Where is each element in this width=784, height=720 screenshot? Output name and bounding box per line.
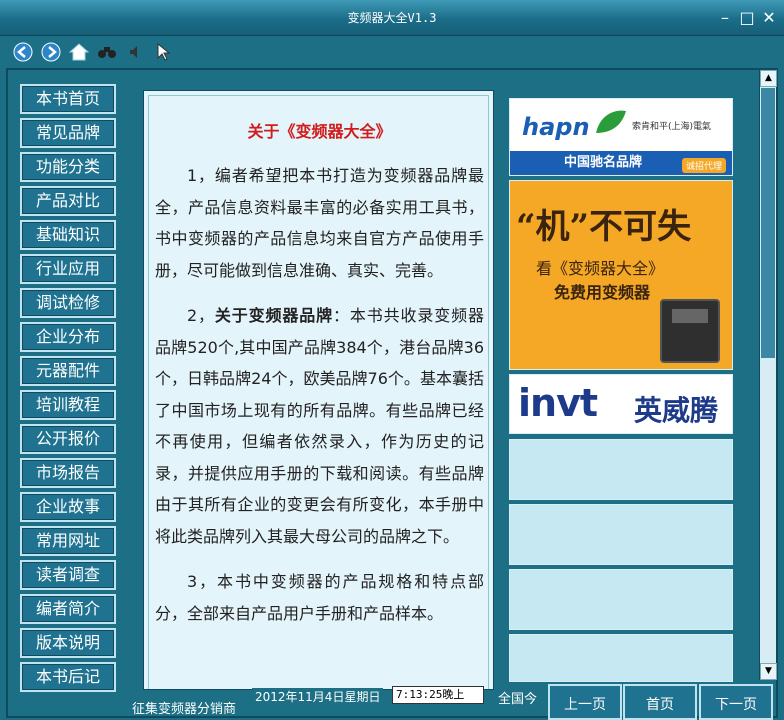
agent-tag: 诚招代理 (681, 158, 726, 173)
maximize-icon[interactable]: □ (738, 10, 756, 28)
ad-hapn[interactable]: hapn 索肯和平(上海)電氣 中国驰名品牌 诚招代理 (509, 98, 733, 176)
nav-industry[interactable]: 行业应用 (20, 254, 116, 284)
window-title: 变频器大全V1.3 (347, 11, 437, 25)
bottom-bar: 征集变频器分销商 2012年11月4日星期日 7:13:25晚上 全国今 上一页… (120, 682, 773, 720)
content-title: 关于《变频器大全》 (247, 122, 392, 141)
paragraph-1: 1，编者希望把本书打造为变频器品牌最全，产品信息资料最丰富的必备实用工具书，书中… (155, 166, 484, 280)
nav-home[interactable]: 本书首页 (20, 84, 116, 114)
ad-promo[interactable]: “机”不可失 看《变频器大全》 免费用变频器 (509, 180, 733, 370)
invt-cn: 英威腾 (634, 394, 719, 427)
nav-version[interactable]: 版本说明 (20, 628, 116, 658)
content-panel: 关于《变频器大全》 1，编者希望把本书打造为变频器品牌最全，产品信息资料最丰富的… (143, 90, 494, 690)
nav-functions[interactable]: 功能分类 (20, 152, 116, 182)
scroll-up-icon[interactable]: ▲ (760, 70, 777, 87)
nav-prices[interactable]: 公开报价 (20, 424, 116, 454)
nav-survey[interactable]: 读者调查 (20, 560, 116, 590)
home-page-button[interactable]: 首页 (623, 684, 697, 720)
left-nav: 本书首页 常见品牌 功能分类 产品对比 基础知识 行业应用 调试检修 企业分布 … (20, 84, 118, 696)
close-icon[interactable]: ✕ (760, 10, 778, 28)
ad-slot-empty (509, 439, 733, 500)
nav-websites[interactable]: 常用网址 (20, 526, 116, 556)
nav-enterprises[interactable]: 企业分布 (20, 322, 116, 352)
date-label: 2012年11月4日星期日 (252, 688, 384, 705)
next-page-button[interactable]: 下一页 (699, 684, 773, 720)
nav-debug[interactable]: 调试检修 (20, 288, 116, 318)
ad-column: hapn 索肯和平(上海)電氣 中国驰名品牌 诚招代理 “机”不可失 看《变频器… (503, 92, 737, 682)
toolbar (0, 36, 784, 68)
inverter-image (660, 299, 720, 363)
nav-stories[interactable]: 企业故事 (20, 492, 116, 522)
prev-page-button[interactable]: 上一页 (548, 684, 622, 720)
invt-logo: invt (518, 381, 598, 425)
paragraph-2: 2，关于变频器品牌：本书共收录变频器品牌520个,其中国产品牌384个，港台品牌… (155, 306, 484, 546)
brand-heading: 关于变频器品牌 (214, 306, 334, 325)
scroll-thumb[interactable] (761, 88, 775, 358)
paragraph-3: 3，本书中变频器的产品规格和特点部分，全部来自产品用户手册和产品样本。 (155, 572, 484, 623)
ad-invt[interactable]: invt 英威腾 (509, 374, 733, 434)
nav-components[interactable]: 元器配件 (20, 356, 116, 386)
home-icon[interactable] (68, 41, 90, 63)
ad-slot-empty (509, 504, 733, 565)
promo-line2: 免费用变频器 (554, 283, 651, 302)
nav-editor[interactable]: 编者简介 (20, 594, 116, 624)
back-icon[interactable] (12, 41, 34, 63)
minimize-icon[interactable]: – (716, 10, 734, 28)
hapn-logo: hapn (522, 113, 590, 141)
speaker-icon[interactable] (124, 41, 146, 63)
nav-training[interactable]: 培训教程 (20, 390, 116, 420)
nav-basics[interactable]: 基础知识 (20, 220, 116, 250)
title-bar: 变频器大全V1.3 – □ ✕ (0, 0, 784, 36)
nav-market[interactable]: 市场报告 (20, 458, 116, 488)
binoculars-icon[interactable] (96, 41, 118, 63)
promo-headline: “机”不可失 (516, 207, 692, 247)
nation-text: 全国今 (498, 692, 538, 707)
leaf-icon (596, 110, 626, 133)
ad-slot-empty (509, 569, 733, 630)
promo-line1: 看《变频器大全》 (536, 259, 665, 278)
ad-slot-empty (509, 634, 733, 682)
nav-brands[interactable]: 常见品牌 (20, 118, 116, 148)
nav-afterword[interactable]: 本书后记 (20, 662, 116, 692)
nav-compare[interactable]: 产品对比 (20, 186, 116, 216)
forward-icon[interactable] (40, 41, 62, 63)
scroll-down-icon[interactable]: ▼ (760, 663, 777, 680)
vertical-scrollbar[interactable]: ▲ ▼ (759, 70, 777, 680)
time-field: 7:13:25晚上 (392, 686, 484, 704)
pointer-icon[interactable] (152, 41, 174, 63)
marquee-text: 征集变频器分销商 (132, 702, 237, 717)
